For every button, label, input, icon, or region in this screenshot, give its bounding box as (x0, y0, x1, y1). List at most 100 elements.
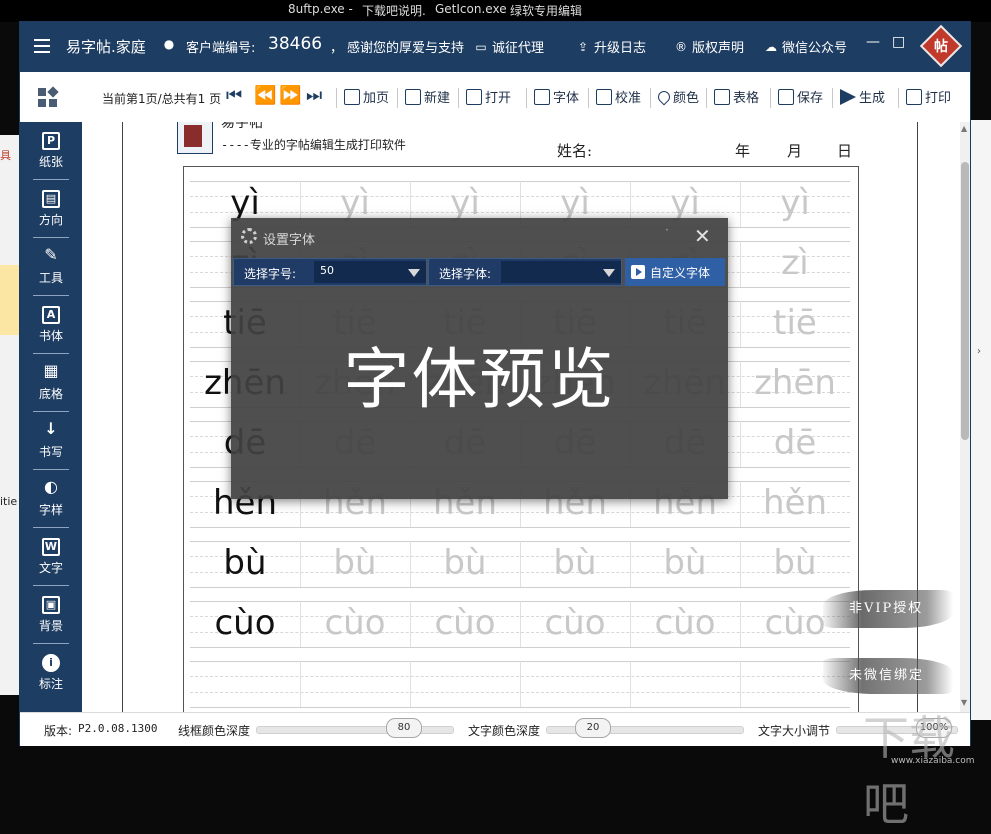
copyright-link[interactable]: ® 版权声明 (674, 37, 744, 57)
sidebar-item-background[interactable]: ▣ 背景 (20, 588, 82, 644)
table-button[interactable]: 表格 (714, 87, 759, 106)
prev-page-icon[interactable]: ⏪ (254, 85, 276, 106)
font-size-select[interactable]: 选择字号: 50 (233, 258, 427, 286)
font-family-value-box (501, 261, 621, 283)
sort-az-icon: ↓ (44, 419, 58, 438)
wechat-notice: 未微信绑定 (823, 658, 953, 694)
sidebar: P 纸张 ▤ 方向 ✎ 工具 A 书体 ▦ 底格 ↓ 书写 ◐ 字样 W 文字 ▣ 背景 i 标注 (20, 122, 82, 712)
scrollbar-thumb[interactable] (961, 162, 969, 440)
toolbar-divider (770, 88, 771, 108)
practice-cell-trace[interactable]: cùo (300, 601, 410, 647)
calibrate-button[interactable]: 校准 (596, 87, 641, 106)
desktop-item[interactable]: 8uftp.exe - (288, 2, 353, 16)
thanks-text: ，感谢您的厚爱与支持 (330, 41, 465, 56)
generate-button[interactable]: 生成 (840, 87, 885, 106)
font-family-label: 选择字体: (439, 267, 492, 281)
print-button[interactable]: 打印 (906, 87, 951, 106)
text-color-knob[interactable]: 20 (575, 718, 611, 738)
agent-link[interactable]: ▭ 诚征代理 (474, 37, 544, 57)
practice-cell-trace[interactable]: dē (740, 421, 850, 467)
sidebar-item-text[interactable]: W 文字 (20, 530, 82, 586)
practice-cell-trace[interactable]: hěn (740, 481, 850, 527)
practice-cell-trace[interactable] (630, 661, 740, 707)
practice-row[interactable]: bù bù bù bù bù bù (190, 541, 850, 588)
app-logo[interactable]: 帖 (919, 24, 963, 68)
close-icon[interactable]: ✕ (694, 224, 711, 248)
practice-cell-trace[interactable]: bù (740, 541, 850, 587)
guide-line (190, 527, 850, 528)
chevron-down-icon[interactable] (408, 269, 420, 277)
sidebar-item-grid[interactable]: ▦ 底格 (20, 356, 82, 412)
open-button[interactable]: 打开 (466, 87, 511, 106)
guide-line (190, 707, 850, 708)
practice-cell-model[interactable] (190, 661, 300, 707)
desktop-item[interactable]: 下载吧说明. (362, 2, 426, 19)
practice-cell-trace[interactable] (300, 661, 410, 707)
registered-icon: ® (675, 39, 687, 54)
save-button[interactable]: 保存 (778, 87, 823, 106)
desktop-item[interactable]: GetIcon.exe (435, 2, 507, 16)
dialog-title-bar[interactable]: 设置字体 · ✕ (231, 218, 728, 252)
practice-cell-trace[interactable]: tiē (740, 301, 850, 347)
wechat-icon: ☁ (765, 39, 777, 54)
wechat-link[interactable]: ☁ 微信公众号 (764, 37, 847, 57)
color-button[interactable]: 颜色 (655, 87, 699, 106)
chevron-right-icon[interactable]: › (977, 346, 981, 357)
font-family-select[interactable]: 选择字体: (428, 258, 622, 286)
practice-cell-trace[interactable] (520, 661, 630, 707)
practice-cell-trace[interactable]: bù (630, 541, 740, 587)
sidebar-item-orientation[interactable]: ▤ 方向 (20, 182, 82, 238)
sidebar-item-tools[interactable]: ✎ 工具 (20, 240, 82, 296)
frame-color-slider[interactable] (256, 726, 454, 734)
sidebar-item-writing[interactable]: ↓ 书写 (20, 414, 82, 470)
practice-cell-model[interactable]: cùo (190, 601, 300, 647)
new-button[interactable]: 新建 (405, 87, 450, 106)
scroll-up-icon[interactable]: ▲ (961, 124, 967, 133)
sidebar-item-script[interactable]: A 书体 (20, 298, 82, 354)
practice-cell-trace[interactable]: cùo (410, 601, 520, 647)
last-page-icon[interactable]: ⏭ (306, 85, 322, 106)
app-title: 易字帖.家庭 (66, 38, 146, 56)
font-size-value-box: 50 (314, 261, 426, 283)
desktop-item[interactable]: 绿软专用编辑 (510, 2, 582, 19)
practice-cell-trace[interactable]: zhēn (740, 361, 850, 407)
hamburger-menu-icon[interactable] (34, 39, 50, 53)
practice-cell-trace[interactable] (410, 661, 520, 707)
add-page-button[interactable]: 加页 (344, 87, 389, 106)
toolbar-divider (588, 88, 589, 108)
vip-notice: 非VIP授权 (823, 590, 953, 628)
practice-cell-trace[interactable]: bù (520, 541, 630, 587)
plus-square-icon (344, 88, 360, 105)
frame-color-knob[interactable]: 80 (386, 718, 422, 738)
customer-label: 客户端编号: (186, 41, 256, 56)
font-preview: 字体预览 (343, 341, 616, 418)
custom-font-button[interactable]: 自定义字体 (625, 258, 725, 286)
desktop-taskbar-strip: 8uftp.exe - 下载吧说明. GetIcon.exe 绿软专用编辑 (0, 0, 991, 22)
practice-cell-trace[interactable]: cùo (630, 601, 740, 647)
practice-cell-trace[interactable]: bù (300, 541, 410, 587)
maximize-button[interactable]: □ (892, 34, 905, 50)
layout-grid-icon[interactable] (38, 86, 59, 108)
practice-row[interactable] (190, 661, 850, 708)
practice-cell-trace[interactable]: yì (740, 181, 850, 227)
customer-id: 38466 (268, 34, 323, 54)
chevron-down-icon[interactable] (603, 269, 615, 277)
next-page-icon[interactable]: ⏩ (279, 85, 301, 106)
practice-row[interactable]: cùo cùo cùo cùo cùo cùo (190, 601, 850, 648)
first-page-icon[interactable]: ⏮ (226, 85, 242, 106)
sidebar-item-paper[interactable]: P 纸张 (20, 124, 82, 180)
minimize-button[interactable]: — (866, 34, 880, 50)
practice-cell-trace[interactable]: bù (410, 541, 520, 587)
update-log-link[interactable]: ⇪ 升级日志 (576, 37, 646, 57)
practice-cell-model[interactable]: bù (190, 541, 300, 587)
practice-cell-trace[interactable]: zì (740, 241, 850, 287)
gear-icon (241, 228, 257, 244)
year-label: 年 (735, 142, 751, 160)
practice-cell-trace[interactable]: cùo (520, 601, 630, 647)
day-label: 日 (837, 142, 853, 160)
sidebar-item-sample[interactable]: ◐ 字样 (20, 472, 82, 528)
sidebar-item-annotation[interactable]: i 标注 (20, 646, 82, 702)
vertical-scrollbar[interactable]: ▲ ▼ (960, 122, 970, 712)
font-button[interactable]: 字体 (534, 87, 579, 106)
info-icon: i (42, 654, 60, 672)
